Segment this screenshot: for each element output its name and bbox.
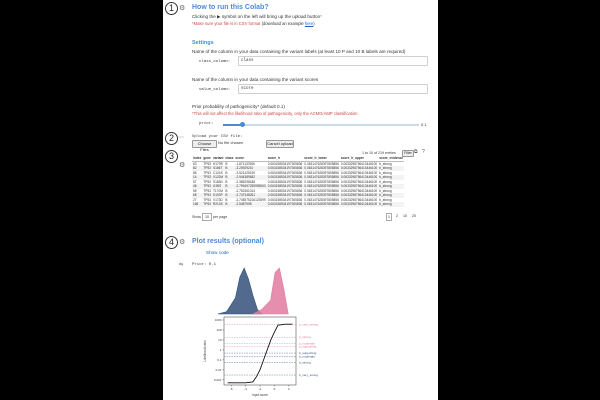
threshold-label-p-strong: p_strong <box>299 335 311 339</box>
pagination: 1 2 10 20 <box>386 213 417 221</box>
cell-output-ellipsis-icon: ⋯ <box>178 135 184 141</box>
table-cell-score-lr-lower: 0.063147628397805856 <box>303 184 340 189</box>
plot-cell-settings-icon[interactable]: ⚙ <box>179 239 185 247</box>
threshold-label-p-supporting: p_supporting <box>299 345 317 349</box>
y-tick-label: 0.01 <box>216 368 222 372</box>
table-cell-score: -2.799497255995063 <box>234 184 267 189</box>
table-cell-score-lr: 0.063158534197305836 <box>266 202 304 207</box>
instruction-text: Clicking the ▶ symbol on the left will b… <box>192 14 322 19</box>
table-cell-score-lr-lower: 0.063147628397805856 <box>303 193 340 198</box>
prior-slider-track[interactable] <box>223 122 419 127</box>
table-cell-variant: V122M <box>211 175 225 180</box>
choose-files-button[interactable]: Choose Files <box>192 140 217 152</box>
x-tick-label: -2 <box>259 387 262 391</box>
prior-label: prior: <box>199 122 214 126</box>
table-cell-icon: ⚙ <box>179 162 186 169</box>
threshold-label-b-moderate: b_moderate <box>299 354 315 358</box>
page-button[interactable]: 2 <box>395 213 399 221</box>
table-cell-gene: TP53 <box>202 193 212 198</box>
page-button[interactable]: 20 <box>411 213 417 221</box>
y-tick-label: 1 <box>220 348 222 352</box>
score-density-plot <box>217 267 289 315</box>
table-cell-variant: D193P <box>211 193 225 198</box>
table-cell-score-lr-upper: 0.0633298756413446100 <box>339 166 379 171</box>
table-row: 166 TP53 R213S B -2.5487998 0.063158534197305… <box>192 202 405 207</box>
density-area-0 <box>217 267 263 315</box>
prior-value-readout: 0.1 <box>421 122 427 127</box>
class-column-description: Name of the column in your data containi… <box>192 49 406 54</box>
value-column-label: value_column: <box>199 88 231 92</box>
table-cell-score-lr-upper: 0.0633298756413446100 <box>339 184 379 189</box>
help-icon[interactable]: ? <box>422 149 425 155</box>
step-number-1: 1 <box>165 2 178 15</box>
table-cell-gene: TP53 <box>202 184 212 189</box>
page-button[interactable]: 1 <box>386 213 392 221</box>
class-column-input[interactable]: class <box>238 56 428 66</box>
prior-note: *This will not affect the likelihood rat… <box>192 111 358 116</box>
table-cell-score-evidence: b_strong <box>378 202 405 207</box>
threshold-label-b-strong: b_strong <box>299 361 311 365</box>
step-number-4: 4 <box>165 236 178 249</box>
y-tick-label: 100 <box>216 328 221 332</box>
y-tick-label: 1000 <box>215 318 222 322</box>
y-axis-label: Likelihood ratio <box>203 340 207 362</box>
y-tick-label: 0.1 <box>217 358 222 362</box>
cancel-upload-button[interactable]: Cancel upload <box>266 140 294 148</box>
threshold-label-b-very-strong: b_very_strong <box>299 373 318 377</box>
table-cell-gene: TP53 <box>202 166 212 171</box>
density-area-1 <box>252 267 289 315</box>
likelihood-ratio-plot: p_very_strongp_strongp_moderatep_support… <box>203 316 318 397</box>
table-cell-gene: TP53 <box>202 202 212 207</box>
table-cell-score-lr: 0.063158534197305836 <box>266 184 304 189</box>
y-tick-label: 0.001 <box>214 378 222 382</box>
page-size-control: Show 10 per page <box>192 213 228 221</box>
table-cell-score-lr-upper: 0.0633298756413446100 <box>339 175 379 180</box>
x-tick-label: 0 <box>274 387 276 391</box>
table-cell-score-lr-upper: 0.0633298756413446100 <box>339 193 379 198</box>
table-cell-score-lr: 0.063158534197305836 <box>266 166 304 171</box>
notebook-page: 1 ⚙ How to run this Colab? Clicking the … <box>163 0 438 400</box>
table-cell-score-lr-upper: 0.0633298756413446100 <box>339 202 379 207</box>
value-column-description: Name of the column in your data containi… <box>192 77 319 82</box>
step-number-3: 3 <box>165 150 178 163</box>
show-code-link[interactable]: Show code <box>206 250 229 256</box>
copy-icon[interactable]: ⧉ <box>414 149 418 155</box>
data-table: index gene variant class score score_lr score_… <box>192 156 434 207</box>
x-tick-label: 2 <box>288 387 290 391</box>
table-cell-score: -2.5487998 <box>234 202 267 207</box>
table-cell-score-lr: 0.063158534197305836 <box>266 175 304 180</box>
table-cell-class: B <box>224 202 235 207</box>
x-tick-label: -6 <box>230 387 233 391</box>
table-cell-gene: TP53 <box>202 175 212 180</box>
table-cell-score-lr-lower: 0.063147628397805856 <box>303 166 340 171</box>
class-column-label: class_column: <box>199 60 231 64</box>
plot-section-title: Plot results (optional) <box>192 238 264 245</box>
step-number-2: 2 <box>165 132 178 145</box>
page-button[interactable]: 10 <box>402 213 408 221</box>
section-title: How to run this Colab? <box>192 4 269 11</box>
value-column-input[interactable]: score <box>238 84 428 94</box>
plot-frame <box>223 316 297 386</box>
x-tick-label: -4 <box>244 387 247 391</box>
settings-heading: Settings <box>192 40 214 46</box>
y-tick-label: 10 <box>218 338 222 342</box>
prior-description: Prior probability of pathogenicity* (def… <box>192 104 285 109</box>
table-cell-variant: R213S <box>211 202 225 207</box>
results-table: index gene variant class score score_lr score_… <box>192 156 405 207</box>
table-cell-index: 166 <box>192 202 203 207</box>
threshold-label-p-very-strong: p_very_strong <box>299 323 318 327</box>
no-file-chosen-text: No file chosen <box>218 140 244 145</box>
x-axis-label: Input score <box>252 393 268 397</box>
table-cell-score-lr-lower: 0.063147628397805856 <box>303 202 340 207</box>
csv-note: *Make sure your file is in CSV format (d… <box>192 21 315 26</box>
per-page-select[interactable]: 10 <box>202 213 212 221</box>
output-icon: ⇆ <box>179 262 184 268</box>
table-cell-score-lr-lower: 0.063147628397805856 <box>303 175 340 180</box>
cell-settings-icon[interactable]: ⚙ <box>179 5 185 13</box>
prior-slider-thumb[interactable] <box>240 122 246 127</box>
table-cell-score-lr: 0.063158534197305836 <box>266 193 304 198</box>
